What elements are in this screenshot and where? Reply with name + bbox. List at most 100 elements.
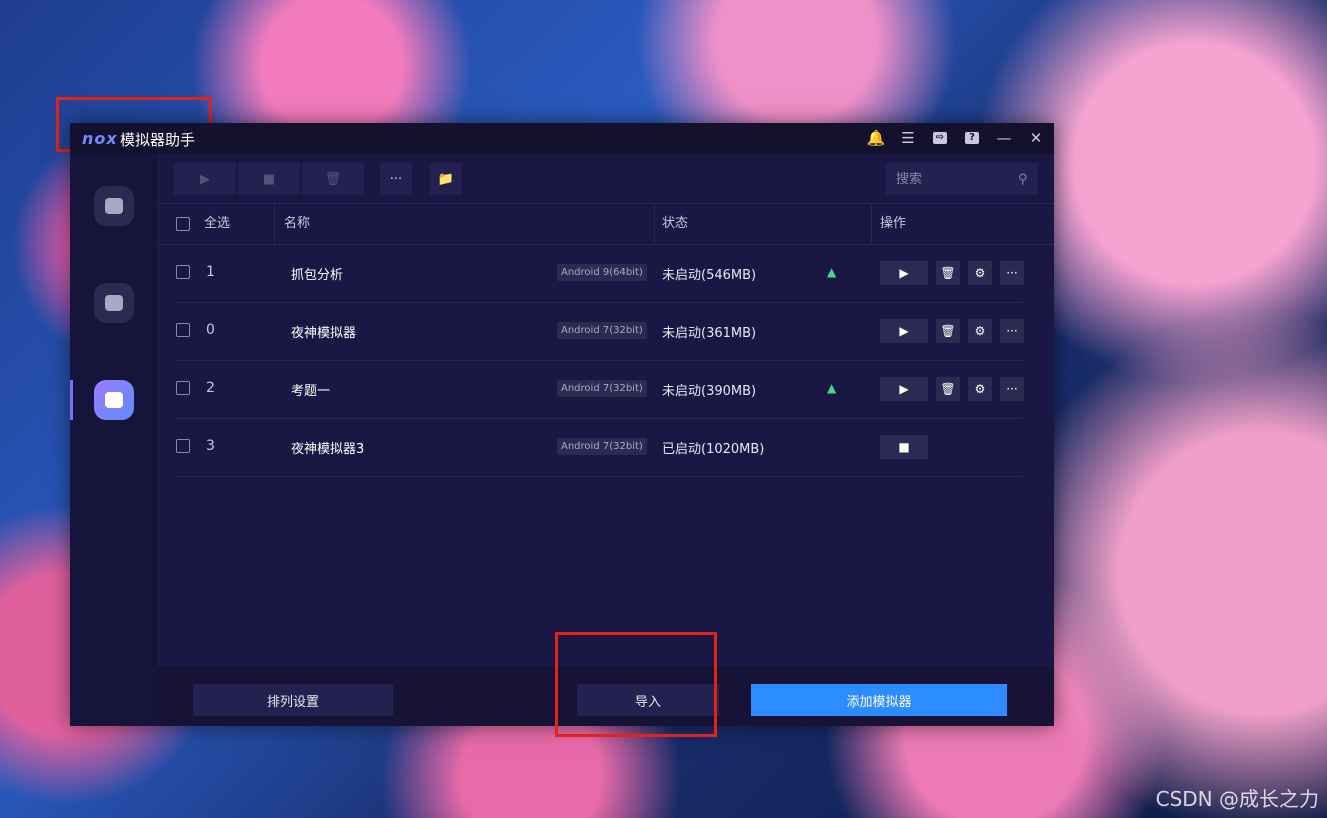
row-name[interactable]: 抓包分析	[291, 264, 343, 283]
row-index: 1	[206, 264, 215, 280]
delete-button[interactable]: 🗑	[936, 261, 960, 285]
sidebar-item-store[interactable]	[94, 283, 134, 323]
nox-logo: nox	[82, 129, 118, 148]
more-icon: ···	[1006, 266, 1018, 280]
select-all-checkbox[interactable]	[176, 216, 190, 231]
header-actions: 操作	[880, 216, 907, 231]
header-name: 名称	[284, 216, 311, 231]
row-index: 0	[206, 322, 215, 338]
row-index: 3	[206, 438, 215, 454]
folder-add-icon: 📁	[437, 171, 455, 187]
app-title: 模拟器助手	[120, 131, 196, 149]
table-row[interactable]: 1 抓包分析 Android 9(64bit) 未启动(546MB) ▲ ▶ 🗑…	[174, 244, 1024, 303]
android-icon: ▲	[827, 381, 837, 395]
toolbar: ▶ ■ 🗑 ··· 📁	[174, 163, 464, 195]
header-divider	[274, 204, 275, 244]
android-version-badge: Android 7(32bit)	[557, 438, 647, 455]
android-version-badge: Android 7(32bit)	[557, 322, 647, 339]
batch-delete-button[interactable]: 🗑	[302, 163, 364, 195]
batch-start-button[interactable]: ▶	[174, 163, 236, 195]
trash-icon: 🗑	[940, 324, 956, 338]
stack-icon	[105, 392, 123, 408]
titlebar-controls: 🔔 ☰ ⇨ ? — ✕	[864, 127, 1048, 149]
play-icon: ▶	[200, 171, 210, 187]
menu-icon[interactable]: ☰	[896, 127, 920, 149]
sidebar	[70, 154, 159, 726]
row-actions: ▶ 🗑 ⚙ ···	[880, 377, 1024, 401]
help-icon[interactable]: ?	[960, 127, 984, 149]
sidebar-item-folder[interactable]	[94, 186, 134, 226]
android-version-badge: Android 9(64bit)	[557, 264, 647, 281]
table-row[interactable]: 3 夜神模拟器3 Android 7(32bit) 已启动(1020MB) ■	[174, 418, 1022, 477]
stop-icon: ■	[262, 171, 276, 187]
row-checkbox[interactable]	[176, 265, 190, 279]
row-status: 未启动(361MB)	[662, 326, 757, 341]
row-actions: ▶ 🗑 ⚙ ···	[880, 261, 1024, 285]
more-icon: ···	[1006, 324, 1018, 338]
bell-icon[interactable]: 🔔	[864, 127, 888, 149]
delete-button[interactable]: 🗑	[936, 377, 960, 401]
android-icon: ▲	[827, 265, 837, 279]
add-emulator-button[interactable]: 添加模拟器	[751, 684, 1007, 716]
start-button[interactable]: ▶	[880, 377, 928, 401]
row-name[interactable]: 夜神模拟器	[291, 322, 356, 341]
trash-icon: 🗑	[324, 171, 342, 187]
row-actions: ▶ 🗑 ⚙ ···	[880, 319, 1024, 343]
minimize-icon[interactable]: —	[992, 127, 1016, 149]
header-select-all: 全选	[204, 216, 231, 231]
row-index: 2	[206, 380, 215, 396]
bag-icon	[105, 295, 123, 311]
settings-button[interactable]: ⚙	[968, 319, 992, 343]
export-icon[interactable]: ⇨	[928, 127, 952, 149]
gear-icon: ⚙	[974, 382, 986, 396]
title-bar: nox 模拟器助手 🔔 ☰ ⇨ ? — ✕	[70, 123, 1054, 154]
add-folder-button[interactable]: 📁	[430, 163, 462, 195]
trash-icon: 🗑	[940, 382, 956, 396]
sidebar-item-multi-instance[interactable]	[94, 380, 134, 420]
more-button[interactable]: ···	[1000, 377, 1024, 401]
android-version-badge: Android 7(32bit)	[557, 380, 647, 397]
row-status: 未启动(546MB)	[662, 268, 757, 283]
highlight-box-import	[555, 632, 717, 737]
play-icon: ▶	[899, 324, 909, 338]
gear-icon: ⚙	[974, 266, 986, 280]
stop-button[interactable]: ■	[880, 435, 928, 459]
row-status: 已启动(1020MB)	[662, 442, 765, 457]
play-icon: ▶	[899, 382, 909, 396]
row-checkbox[interactable]	[176, 439, 190, 453]
more-button[interactable]: ···	[380, 163, 412, 195]
header-divider	[654, 204, 655, 244]
start-button[interactable]: ▶	[880, 319, 928, 343]
sort-settings-button[interactable]: 排列设置	[193, 684, 393, 716]
row-checkbox[interactable]	[176, 381, 190, 395]
play-icon: ▶	[899, 266, 909, 280]
start-button[interactable]: ▶	[880, 261, 928, 285]
close-icon[interactable]: ✕	[1024, 127, 1048, 149]
folder-icon	[105, 198, 123, 214]
row-status: 未启动(390MB)	[662, 384, 757, 399]
delete-button[interactable]: 🗑	[936, 319, 960, 343]
more-icon: ···	[1006, 382, 1018, 396]
header-status: 状态	[662, 216, 689, 231]
batch-stop-button[interactable]: ■	[238, 163, 300, 195]
settings-button[interactable]: ⚙	[968, 377, 992, 401]
row-checkbox[interactable]	[176, 323, 190, 337]
table-row[interactable]: 2 考题一 Android 7(32bit) 未启动(390MB) ▲ ▶ 🗑 …	[174, 360, 1024, 419]
search-box[interactable]: ⚲	[886, 163, 1038, 195]
more-icon: ···	[389, 171, 403, 187]
trash-icon: 🗑	[940, 266, 956, 280]
active-indicator	[70, 380, 73, 420]
more-button[interactable]: ···	[1000, 261, 1024, 285]
search-input[interactable]	[894, 170, 1018, 188]
row-name[interactable]: 夜神模拟器3	[291, 438, 364, 457]
row-name[interactable]: 考题一	[291, 380, 330, 399]
row-actions: ■	[880, 435, 928, 459]
watermark: CSDN @成长之力	[1155, 787, 1319, 811]
search-icon[interactable]: ⚲	[1018, 172, 1028, 187]
select-all-checkbox-wrap	[176, 204, 190, 244]
table-header: 全选 名称 状态 操作	[158, 203, 1054, 245]
more-button[interactable]: ···	[1000, 319, 1024, 343]
gear-icon: ⚙	[974, 324, 986, 338]
table-row[interactable]: 0 夜神模拟器 Android 7(32bit) 未启动(361MB) ▶ 🗑 …	[174, 302, 1024, 361]
settings-button[interactable]: ⚙	[968, 261, 992, 285]
